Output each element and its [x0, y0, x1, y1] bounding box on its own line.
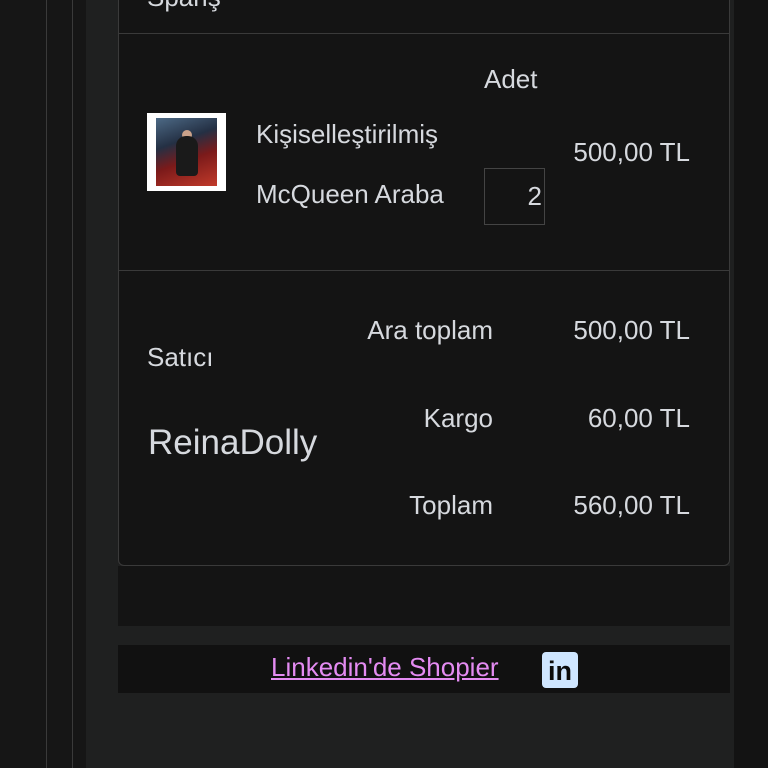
- right-gutter: [734, 0, 768, 768]
- total-label: Toplam: [409, 490, 493, 520]
- sidebar-rule: [72, 0, 73, 768]
- seller-name[interactable]: ReinaDolly: [148, 423, 317, 463]
- total-value: 560,00 TL: [573, 490, 690, 520]
- seller-label: Satıcı: [147, 342, 214, 372]
- divider: [118, 270, 730, 271]
- item-price: 500,00 TL: [573, 137, 690, 167]
- order-card: [118, 0, 730, 566]
- subtotal-value: 500,00 TL: [573, 315, 690, 345]
- subtotal-label: Ara toplam: [367, 315, 493, 345]
- sidebar-rule: [46, 0, 47, 768]
- left-sidebar: [0, 0, 86, 768]
- linkedin-link[interactable]: Linkedin'de Shopier: [271, 652, 499, 683]
- card-spacer: [118, 566, 730, 626]
- section-heading: Spariş: [147, 0, 221, 13]
- product-name-line1: Kişiselleştirilmiş: [256, 119, 439, 149]
- linkedin-icon[interactable]: in: [542, 652, 578, 688]
- product-image: [156, 118, 217, 186]
- product-thumbnail[interactable]: [147, 113, 226, 191]
- product-name[interactable]: Kişiselleştirilmiş McQueen Araba: [256, 104, 476, 224]
- divider: [118, 33, 730, 34]
- shipping-label: Kargo: [423, 403, 493, 433]
- shipping-value: 60,00 TL: [587, 403, 690, 433]
- quantity-label: Adet: [484, 64, 538, 94]
- product-name-line2: McQueen Araba: [256, 179, 444, 209]
- quantity-input[interactable]: [484, 168, 545, 225]
